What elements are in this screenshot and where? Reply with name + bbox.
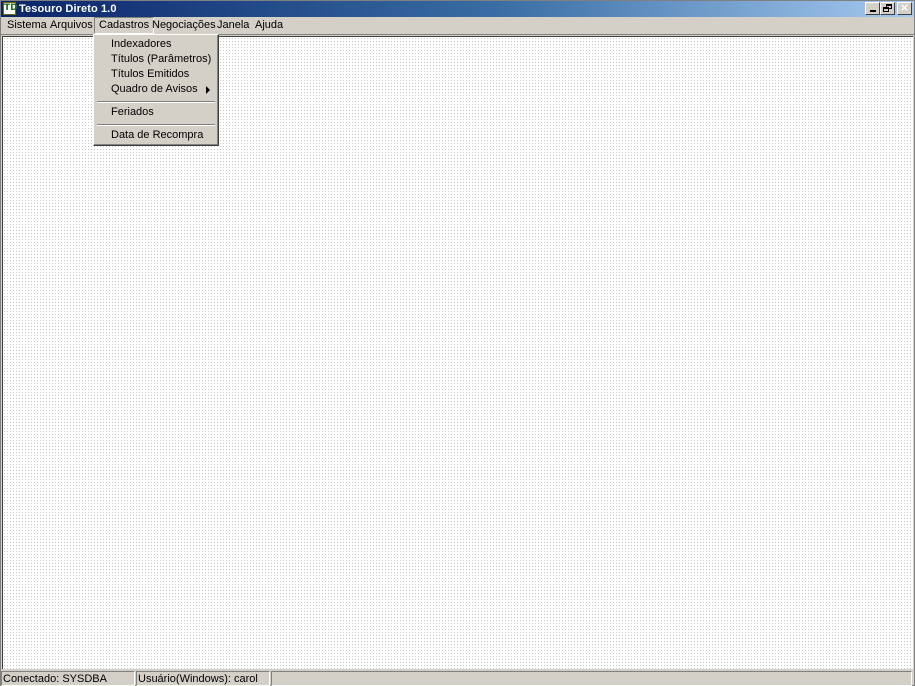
status-user: Usuário(Windows): carol	[136, 671, 270, 686]
menu-item-quadro-de-avisos[interactable]: Quadro de Avisos	[96, 82, 216, 97]
menu-item-label: Quadro de Avisos	[111, 83, 198, 95]
menu-janela[interactable]: Janela	[213, 18, 253, 33]
minimize-button[interactable]	[865, 2, 880, 15]
restore-button[interactable]	[880, 2, 895, 15]
menu-sistema[interactable]: Sistema	[3, 18, 51, 33]
menu-item-titulos-parametros[interactable]: Títulos (Parâmetros)	[96, 52, 216, 67]
menu-item-label: Títulos (Parâmetros)	[111, 53, 212, 65]
close-icon: ×	[899, 1, 910, 14]
close-button[interactable]: ×	[897, 1, 912, 15]
menu-item-label: Feriados	[111, 106, 154, 118]
caption-buttons: ×	[865, 1, 912, 15]
menu-separator	[97, 101, 215, 103]
status-extra	[271, 671, 912, 686]
menu-bar: Sistema Arquivos Cadastros Negociações J…	[1, 17, 914, 35]
menu-negociacoes[interactable]: Negociações	[148, 18, 220, 33]
title-bar[interactable]: TD Tesouro Direto 1.0 ×	[1, 1, 914, 17]
menu-item-titulos-emitidos[interactable]: Títulos Emitidos	[96, 67, 216, 82]
menu-item-indexadores[interactable]: Indexadores	[96, 37, 216, 52]
status-bar: Conectado: SYSDBA Usuário(Windows): caro…	[1, 670, 914, 686]
status-connection: Conectado: SYSDBA	[1, 671, 135, 686]
menu-cadastros[interactable]: Cadastros	[94, 17, 155, 34]
menu-ajuda[interactable]: Ajuda	[251, 18, 287, 33]
menu-item-label: Data de Recompra	[111, 129, 204, 141]
menu-item-label: Indexadores	[111, 38, 172, 50]
minimize-icon	[870, 10, 876, 12]
cadastros-dropdown: Indexadores Títulos (Parâmetros) Títulos…	[93, 34, 219, 146]
app-icon[interactable]: TD	[3, 2, 18, 15]
menu-arquivos[interactable]: Arquivos	[46, 18, 97, 33]
menu-separator	[97, 124, 215, 126]
submenu-arrow-icon	[206, 86, 210, 94]
menu-item-data-de-recompra[interactable]: Data de Recompra	[96, 128, 216, 143]
app-window: TD Tesouro Direto 1.0 × Sistema Arquivos…	[0, 0, 915, 686]
window-title: Tesouro Direto 1.0	[19, 3, 117, 15]
menu-item-feriados[interactable]: Feriados	[96, 105, 216, 120]
menu-item-label: Títulos Emitidos	[111, 68, 190, 80]
